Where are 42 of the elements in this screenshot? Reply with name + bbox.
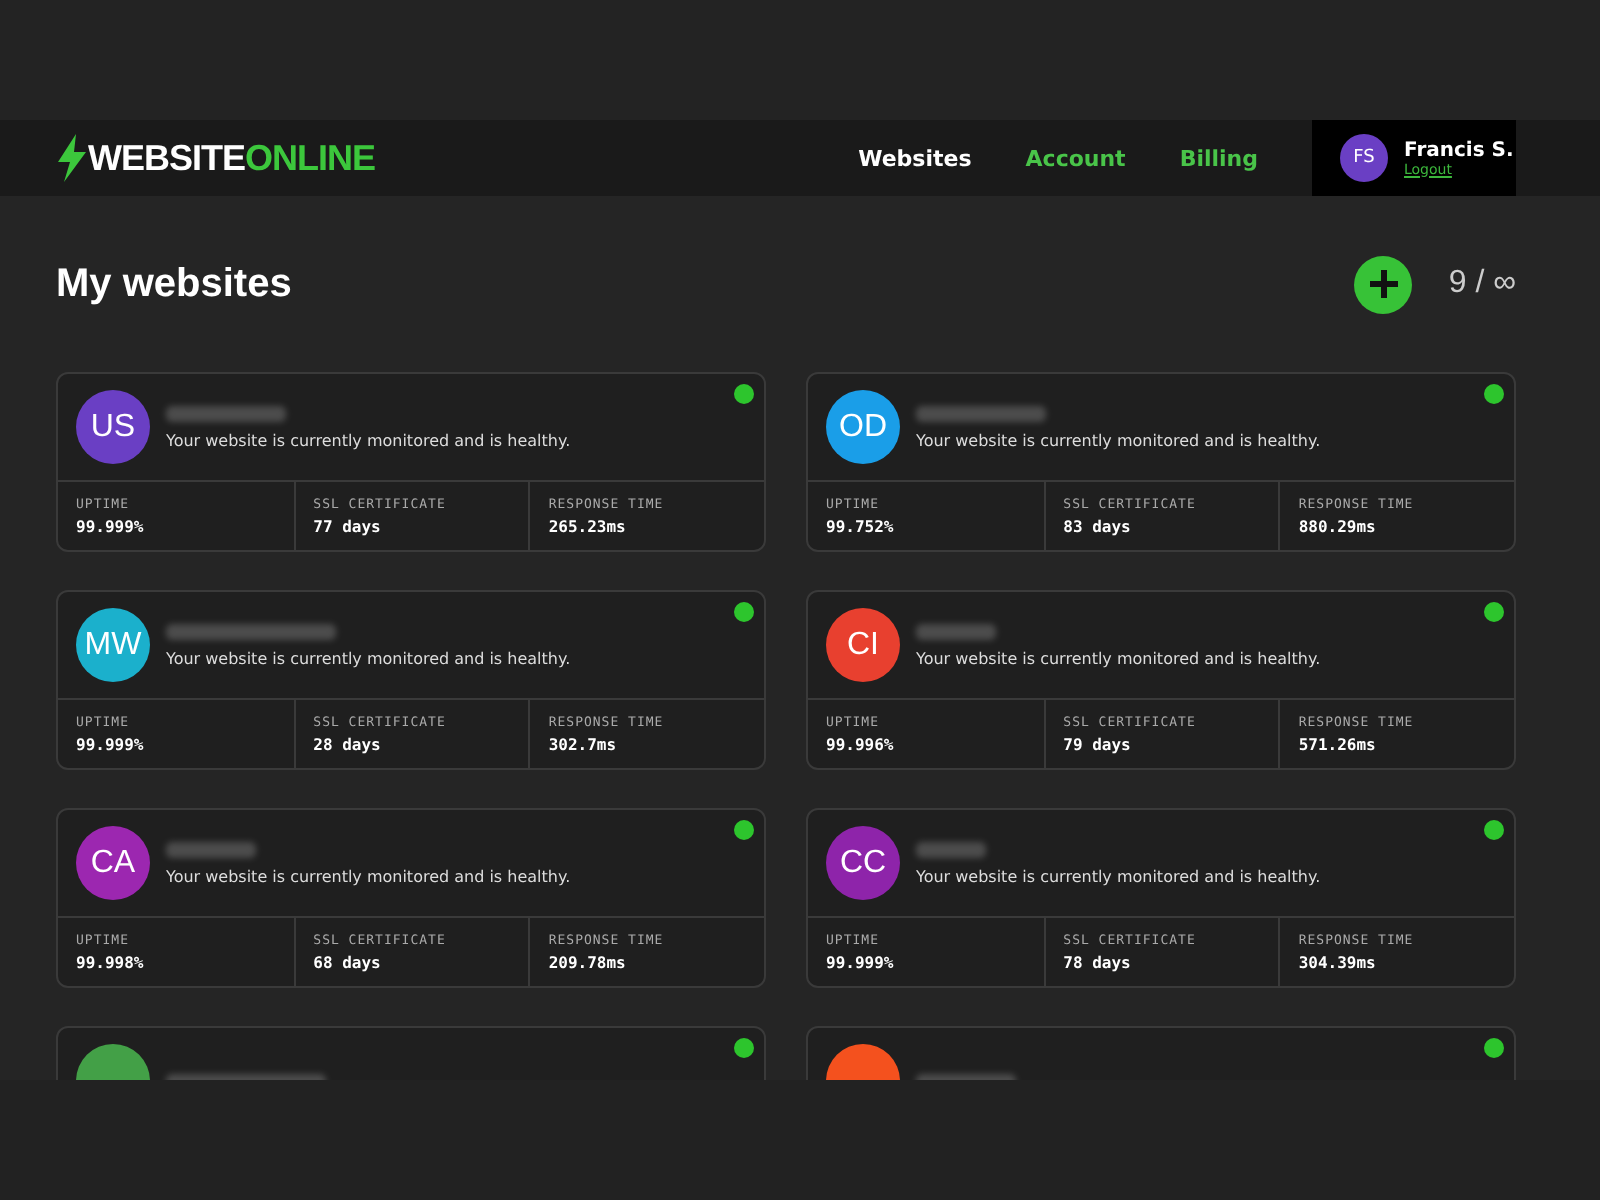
status-message: Your website is currently monitored and is healthy. (166, 867, 571, 885)
logo-text: ONLINE (245, 137, 376, 179)
stat-value: 880.29ms (1298, 518, 1378, 536)
stat-value: 304.39ms (1298, 954, 1378, 972)
stat-value: 78 days (1063, 954, 1133, 972)
stat-value: 28 days (313, 736, 383, 754)
status-message: Your website is currently monitored and is healthy. (166, 431, 571, 449)
site-avatar: MW (76, 608, 150, 682)
stat-value: 99.999% (76, 736, 146, 754)
site-avatar: US (76, 390, 150, 464)
stat-value: 79 days (1063, 736, 1133, 754)
status-message: Your website is currently monitored and is healthy. (916, 649, 1321, 667)
site-count: 9 / ∞ (1448, 266, 1516, 302)
site-avatar: CC (826, 826, 900, 900)
stat-value: 68 days (313, 954, 383, 972)
plus-icon (1367, 268, 1400, 300)
status-message: Your website is currently monitored and is healthy. (166, 649, 571, 667)
nav-link[interactable]: Account (1025, 145, 1126, 171)
stat-value: 99.752% (826, 518, 896, 536)
stat-value: 209.78ms (548, 954, 628, 972)
nav-link[interactable]: Websites (858, 145, 972, 171)
add-button[interactable] (1354, 255, 1413, 313)
stat-value: 99.999% (76, 518, 146, 536)
site-avatar: CI (826, 608, 900, 682)
stat-value: 265.23ms (548, 518, 628, 536)
site-avatar: OD (826, 390, 900, 464)
stat-value: 99.998% (76, 954, 146, 972)
site-avatar: CA (76, 826, 150, 900)
stat-value: 99.996% (826, 736, 896, 754)
user-avatar: FS (1340, 134, 1388, 182)
stat-value: 77 days (313, 518, 383, 536)
stat-value: 571.26ms (1298, 736, 1378, 754)
nav-link[interactable]: Billing (1179, 145, 1258, 171)
page-title: My websites (56, 261, 292, 307)
status-message: Your website is currently monitored and is healthy. (916, 431, 1321, 449)
stat-value: 302.7ms (548, 736, 619, 754)
user-name: Francis S. (1404, 139, 1514, 161)
logo-text: WEBSITE (88, 137, 246, 179)
stat-value: 83 days (1063, 518, 1133, 536)
lightning-bolt-icon (56, 134, 88, 182)
status-message: Your website is currently monitored and is healthy. (916, 867, 1321, 885)
stat-value: 99.999% (826, 954, 896, 972)
